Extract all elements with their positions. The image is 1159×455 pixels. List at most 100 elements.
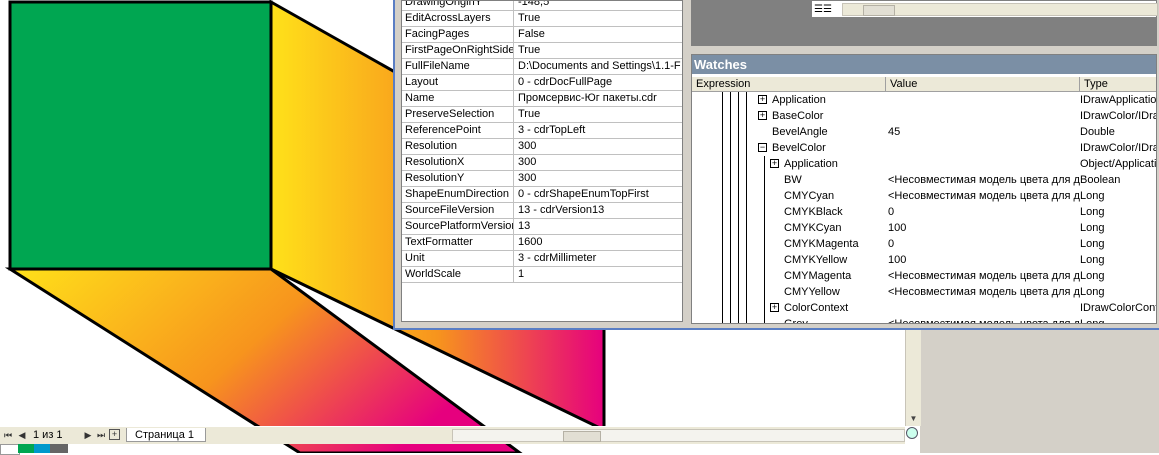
page-tab[interactable]: Страница 1 <box>126 428 206 442</box>
expand-icon[interactable]: + <box>758 95 767 104</box>
property-row[interactable]: SourceFileVersion 13 - cdrVersion13 <box>402 203 682 219</box>
expand-icon[interactable]: + <box>770 159 779 168</box>
watch-value[interactable]: <Несовместимая модель цвета для д <box>886 172 1082 188</box>
watch-row[interactable]: + BaseColor IDrawColor/IDra <box>692 108 1156 124</box>
property-row[interactable]: EditAcrossLayers True <box>402 11 682 27</box>
next-page-icon[interactable]: ▶ <box>82 429 94 441</box>
property-value[interactable]: 300 <box>516 139 682 154</box>
watch-value[interactable] <box>886 140 1082 156</box>
column-value[interactable]: Value <box>886 77 1080 92</box>
watch-row[interactable]: CMYCyan <Несовместимая модель цвета для д… <box>692 188 1156 204</box>
cube-front-face[interactable] <box>8 0 273 271</box>
watch-row[interactable]: CMYKYellow 100 Long <box>692 252 1156 268</box>
property-value[interactable]: D:\Documents and Settings\1.1-F <box>516 59 682 74</box>
property-row[interactable]: SourcePlatformVersion 13 <box>402 219 682 235</box>
watch-row[interactable]: + Application Object/Applicati <box>692 156 1156 172</box>
scrollbar-thumb[interactable] <box>863 5 895 16</box>
property-value[interactable]: 0 - cdrShapeEnumTopFirst <box>516 187 682 202</box>
property-row[interactable]: FullFileName D:\Documents and Settings\1.… <box>402 59 682 75</box>
property-row[interactable]: ResolutionY 300 <box>402 171 682 187</box>
tree-guide-line <box>746 204 747 220</box>
properties-grid[interactable]: DrawingOriginY -148,5 EditAcrossLayers True… <box>401 0 683 322</box>
property-value[interactable]: 300 <box>516 155 682 170</box>
property-row[interactable]: Name Пpoмсервис-Юг пакеты.cdr <box>402 91 682 107</box>
property-value[interactable]: 1600 <box>516 235 682 250</box>
drawing-vertical-scrollbar[interactable]: ▼ <box>905 326 921 426</box>
watch-row[interactable]: CMYKMagenta 0 Long <box>692 236 1156 252</box>
property-value[interactable]: 1 <box>516 267 682 282</box>
last-page-icon[interactable]: ⏭ <box>95 429 107 441</box>
property-value[interactable]: False <box>516 27 682 42</box>
watch-row[interactable]: + ColorContext IDrawColorCont <box>692 300 1157 316</box>
property-row[interactable]: WorldScale 1 <box>402 267 682 283</box>
watch-expression: BW <box>692 172 886 188</box>
prev-page-icon[interactable]: ◀ <box>16 429 28 441</box>
watch-value[interactable] <box>886 108 1082 124</box>
first-page-icon[interactable]: ⏮ <box>2 429 14 441</box>
property-name: Resolution <box>402 139 514 154</box>
property-value[interactable]: 13 - cdrVersion13 <box>516 203 682 218</box>
watch-row[interactable]: Grey <Несовместимая модель цвета для д Lon… <box>692 316 1156 323</box>
palette-swatch[interactable] <box>0 444 20 455</box>
property-row[interactable]: Resolution 300 <box>402 139 682 155</box>
watch-value[interactable]: 100 <box>886 252 1082 268</box>
watch-row[interactable]: BevelAngle 45 Double <box>692 124 1156 140</box>
watch-value[interactable]: 100 <box>886 220 1082 236</box>
collapse-icon[interactable]: − <box>758 143 767 152</box>
property-row[interactable]: FacingPages False <box>402 27 682 43</box>
property-value[interactable]: Пpoмсервис-Юг пакеты.cdr <box>516 91 682 106</box>
add-page-button[interactable]: + <box>109 429 120 440</box>
property-value[interactable]: True <box>516 107 682 122</box>
property-value[interactable]: 13 <box>516 219 682 234</box>
property-row[interactable]: ResolutionX 300 <box>402 155 682 171</box>
property-value[interactable]: True <box>516 43 682 58</box>
watch-value[interactable]: <Несовместимая модель цвета для д <box>886 188 1082 204</box>
watch-row[interactable]: BW <Несовместимая модель цвета для д Boole… <box>692 172 1156 188</box>
watch-value[interactable]: <Несовместимая модель цвета для д <box>886 316 1082 323</box>
watch-value[interactable] <box>886 92 1082 108</box>
property-row[interactable]: ReferencePoint 3 - cdrTopLeft <box>402 123 682 139</box>
palette-swatch[interactable] <box>34 444 50 453</box>
drawing-horizontal-scrollbar[interactable] <box>452 429 905 442</box>
column-type[interactable]: Type <box>1080 77 1156 92</box>
watch-row[interactable]: CMYKCyan 100 Long <box>692 220 1156 236</box>
property-row[interactable]: TextFormatter 1600 <box>402 235 682 251</box>
property-row[interactable]: Unit 3 - cdrMillimeter <box>402 251 682 267</box>
watch-value[interactable]: <Несовместимая модель цвета для д <box>886 284 1082 300</box>
watch-value[interactable]: <Несовместимая модель цвета для д <box>886 268 1082 284</box>
property-value[interactable]: -148,5 <box>516 1 682 10</box>
property-value[interactable]: 3 - cdrTopLeft <box>516 123 682 138</box>
palette-swatch[interactable] <box>18 444 34 453</box>
zoom-icon[interactable] <box>906 427 918 439</box>
scroll-down-icon[interactable]: ▼ <box>908 413 919 424</box>
code-horizontal-scrollbar[interactable] <box>842 3 1158 16</box>
property-value[interactable]: 0 - cdrDocFullPage <box>516 75 682 90</box>
watch-row[interactable]: CMYKBlack 0 Long <box>692 204 1156 220</box>
scrollbar-thumb[interactable] <box>563 431 601 442</box>
code-window-scrollbar[interactable]: ☰☰ <box>811 0 1158 18</box>
column-expression[interactable]: Expression <box>692 77 886 92</box>
expand-icon[interactable]: + <box>758 111 767 120</box>
watch-value[interactable]: 0 <box>886 204 1082 220</box>
watch-row[interactable]: − BevelColor IDrawColor/IDra <box>692 140 1156 156</box>
watch-type: IDrawColorCont <box>1080 302 1157 314</box>
watch-row[interactable]: + Application IDrawApplication <box>692 92 1156 108</box>
property-row[interactable]: ShapeEnumDirection 0 - cdrShapeEnumTopFir… <box>402 187 682 203</box>
property-value[interactable]: 300 <box>516 171 682 186</box>
watch-row[interactable]: CMYYellow <Несовместимая модель цвета для… <box>692 284 1156 300</box>
property-value[interactable]: True <box>516 11 682 26</box>
tree-guide-line <box>746 284 747 300</box>
watch-row[interactable]: CMYMagenta <Несовместимая модель цвета дл… <box>692 268 1156 284</box>
property-row[interactable]: FirstPageOnRightSide True <box>402 43 682 59</box>
property-row[interactable]: DrawingOriginY -148,5 <box>402 1 682 11</box>
property-row[interactable]: Layout 0 - cdrDocFullPage <box>402 75 682 91</box>
watch-value[interactable] <box>886 300 1082 316</box>
watch-value[interactable] <box>886 156 1082 172</box>
view-mode-icon[interactable]: ☰☰ <box>814 3 838 16</box>
watch-value[interactable]: 45 <box>886 124 1082 140</box>
watch-value[interactable]: 0 <box>886 236 1082 252</box>
property-row[interactable]: PreserveSelection True <box>402 107 682 123</box>
palette-swatch[interactable] <box>50 444 68 453</box>
expand-icon[interactable]: + <box>770 303 779 312</box>
property-value[interactable]: 3 - cdrMillimeter <box>516 251 682 266</box>
